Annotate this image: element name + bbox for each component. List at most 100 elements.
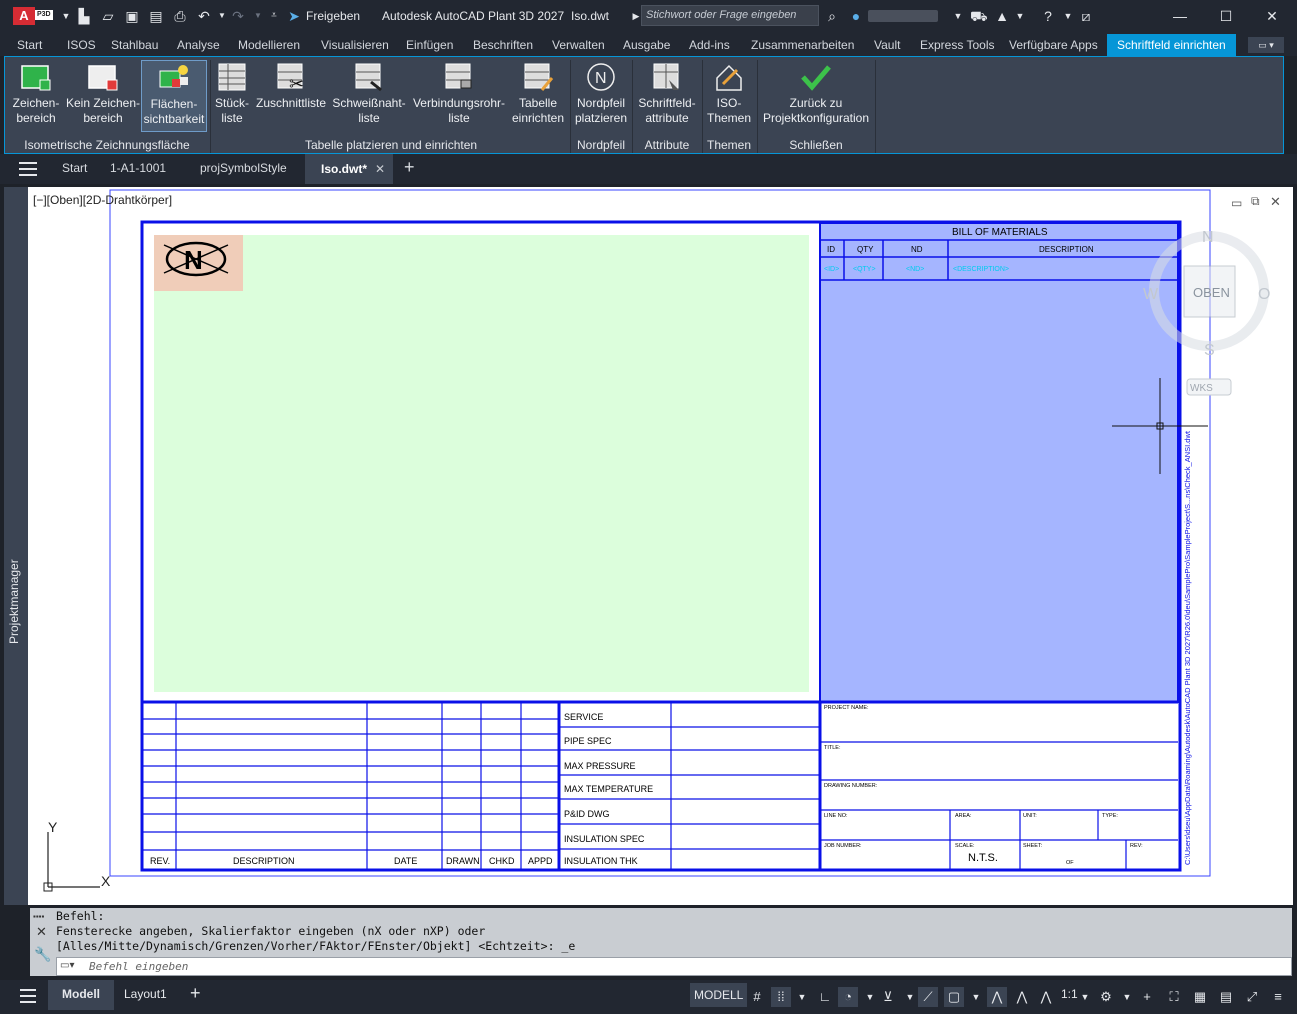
hardware-acceleration-icon[interactable]: ▤ [1216, 987, 1236, 1007]
iso-themen-button[interactable]: ISO- Themen [705, 60, 753, 132]
snap-dropdown-icon[interactable]: ▼ [792, 987, 812, 1007]
tab-addins[interactable]: Add-ins [689, 34, 730, 56]
viewport-close-icon[interactable]: ✕ [1270, 194, 1281, 210]
nordpfeil-platzieren-button[interactable]: N Nordpfeil platzieren [573, 60, 629, 132]
tab-analyse[interactable]: Analyse [177, 34, 220, 56]
viewport-minimize-icon[interactable]: ▭ [1231, 196, 1242, 210]
redo-dropdown-icon[interactable]: ▼ [250, 8, 266, 24]
help-icon[interactable]: ? [1040, 8, 1056, 24]
command-settings-wrench-icon[interactable]: 🔧 [34, 946, 51, 963]
polar-dropdown-icon[interactable]: ▼ [860, 987, 880, 1007]
flaechensichtbarkeit-button[interactable]: Flächen-sichtbarkeit [141, 60, 207, 132]
share-icon[interactable]: ➤ [286, 8, 302, 24]
tab-einfuegen[interactable]: Einfügen [406, 34, 453, 56]
isolate-objects-icon[interactable]: ⛶ [1164, 987, 1184, 1007]
tab-beschriften[interactable]: Beschriften [473, 34, 533, 56]
file-tab-iso-dwt[interactable]: Iso.dwt* ✕ [305, 154, 394, 184]
new-tab-plus-icon[interactable]: + [404, 157, 415, 178]
grid-icon[interactable]: # [747, 987, 767, 1007]
clean-screen-icon[interactable]: ⤢ [1242, 987, 1262, 1007]
command-grip-icon[interactable]: ▪▪▪▪ [33, 912, 51, 921]
file-tab-1-a1-1001[interactable]: 1-A1-1001 [110, 161, 166, 175]
new-file-icon[interactable]: ▙ [76, 8, 92, 24]
viewcube-south[interactable]: S [1204, 342, 1215, 359]
redo-icon[interactable]: ↷ [230, 8, 246, 24]
workspace-dropdown-icon[interactable]: ▼ [1117, 987, 1137, 1007]
customize-toolbar-icon[interactable]: ⩡ [266, 8, 282, 24]
osnap-dropdown-icon[interactable]: ▼ [966, 987, 986, 1007]
undo-icon[interactable]: ↶ [196, 8, 212, 24]
add-layout-plus-icon[interactable]: + [190, 983, 201, 1004]
save-as-icon[interactable]: ▤ [148, 8, 164, 24]
undo-dropdown-icon[interactable]: ▼ [214, 8, 230, 24]
hamburger-menu-icon[interactable] [19, 162, 37, 176]
search-icon[interactable]: ⌕ [824, 8, 840, 24]
user-name-blurred[interactable] [868, 10, 938, 22]
project-manager-palette[interactable]: Projektmanager [4, 187, 28, 905]
help-dropdown-icon[interactable]: ▼ [1060, 8, 1076, 24]
maximize-button[interactable]: ☐ [1206, 4, 1246, 28]
ribbon-display-toggle[interactable]: ▭ ▾ [1248, 37, 1284, 53]
viewcube-east[interactable]: O [1258, 286, 1270, 303]
file-tab-start[interactable]: Start [62, 161, 87, 175]
workspace-gear-icon[interactable]: ⚙ [1096, 987, 1116, 1007]
autodesk-apps-icon[interactable]: ▲ [994, 8, 1010, 24]
tab-start[interactable]: Start [17, 34, 42, 56]
minimize-button[interactable]: — [1160, 4, 1200, 28]
isodraft-icon[interactable]: ⊻ [878, 987, 898, 1007]
tab-express-tools[interactable]: Express Tools [920, 34, 994, 56]
tab-isos[interactable]: ISOS [67, 34, 96, 56]
kein-zeichenbereich-button[interactable]: Kein Zeichen-bereich [65, 60, 141, 132]
tab-verwalten[interactable]: Verwalten [552, 34, 605, 56]
user-icon[interactable]: ● [848, 8, 864, 24]
verbindungsrohrliste-button[interactable]: Verbindungsrohr-liste [409, 60, 509, 132]
snap-icon[interactable]: ⁞⁞ [771, 987, 791, 1007]
viewport-restore-icon[interactable]: ⧉ [1251, 194, 1260, 209]
apps-dropdown-icon[interactable]: ▼ [1012, 8, 1028, 24]
annotation-monitor-icon[interactable]: + [1137, 987, 1157, 1007]
schweissnahtliste-button[interactable]: Schweißnaht-liste [331, 60, 407, 132]
open-folder-icon[interactable]: ▱ [100, 8, 116, 24]
layout-tab-layout1[interactable]: Layout1 [124, 987, 167, 1001]
viewcube-face-label[interactable]: OBEN [1193, 285, 1230, 300]
tab-schriftfeld-einrichten[interactable]: Schriftfeld einrichten [1107, 34, 1236, 56]
connect-icon[interactable]: ⧄ [1078, 8, 1094, 24]
tab-vault[interactable]: Vault [874, 34, 900, 56]
app-menu-dropdown-icon[interactable]: ▼ [58, 8, 74, 24]
zeichenbereich-button[interactable]: Zeichen-bereich [7, 60, 65, 132]
layout-tab-model[interactable]: Modell [48, 980, 114, 1010]
tab-visualisieren[interactable]: Visualisieren [321, 34, 389, 56]
drawing-canvas[interactable]: N BILL OF MATERIALS ID QTY ND DESCRIPTIO… [28, 187, 1293, 905]
model-space-toggle[interactable]: MODELL [690, 983, 748, 1007]
close-tab-icon[interactable]: ✕ [375, 154, 385, 184]
command-input[interactable]: Befehl eingeben [56, 957, 1292, 976]
graphics-performance-icon[interactable]: ▦ [1190, 987, 1210, 1007]
command-close-icon[interactable]: ✕ [36, 924, 47, 940]
tab-stahlbau[interactable]: Stahlbau [111, 34, 158, 56]
share-button[interactable]: Freigeben [306, 9, 360, 23]
application-menu-button[interactable]: A P3D [13, 7, 53, 25]
viewcube-north[interactable]: N [1202, 229, 1214, 246]
tab-ausgabe[interactable]: Ausgabe [623, 34, 670, 56]
stueckliste-button[interactable]: Stück-liste [213, 60, 251, 132]
wcs-label[interactable]: WKS [1190, 383, 1213, 394]
schriftfeld-attribute-button[interactable]: Schriftfeld-attribute [635, 60, 699, 132]
close-window-button[interactable]: ✕ [1252, 4, 1292, 28]
object-snap-tracking-icon[interactable]: ⟋ [918, 987, 938, 1007]
isodraft-dropdown-icon[interactable]: ▼ [900, 987, 920, 1007]
customization-menu-icon[interactable]: ≡ [1268, 987, 1288, 1007]
search-input[interactable]: Stichwort oder Frage eingeben [641, 5, 819, 26]
zuschnittliste-button[interactable]: ✂ Zuschnittliste [253, 60, 329, 132]
tab-zusammenarbeiten[interactable]: Zusammenarbeiten [751, 34, 854, 56]
viewcube-west[interactable]: W [1143, 286, 1159, 303]
scale-dropdown-icon[interactable]: ▼ [1075, 987, 1095, 1007]
object-snap-icon[interactable]: ▢ [944, 987, 964, 1007]
layout-menu-icon[interactable] [20, 989, 36, 1003]
command-prompt-icon[interactable]: ▭▾ [60, 960, 74, 971]
annotation-scale-icon[interactable]: ⋀ [1036, 987, 1056, 1007]
save-icon[interactable]: ▣ [124, 8, 140, 24]
print-icon[interactable]: ⎙ [172, 8, 188, 24]
tabelle-einrichten-button[interactable]: Tabelle einrichten [509, 60, 567, 132]
annotation-visibility-icon[interactable]: ⋀ [987, 987, 1007, 1007]
tab-modellieren[interactable]: Modellieren [238, 34, 300, 56]
